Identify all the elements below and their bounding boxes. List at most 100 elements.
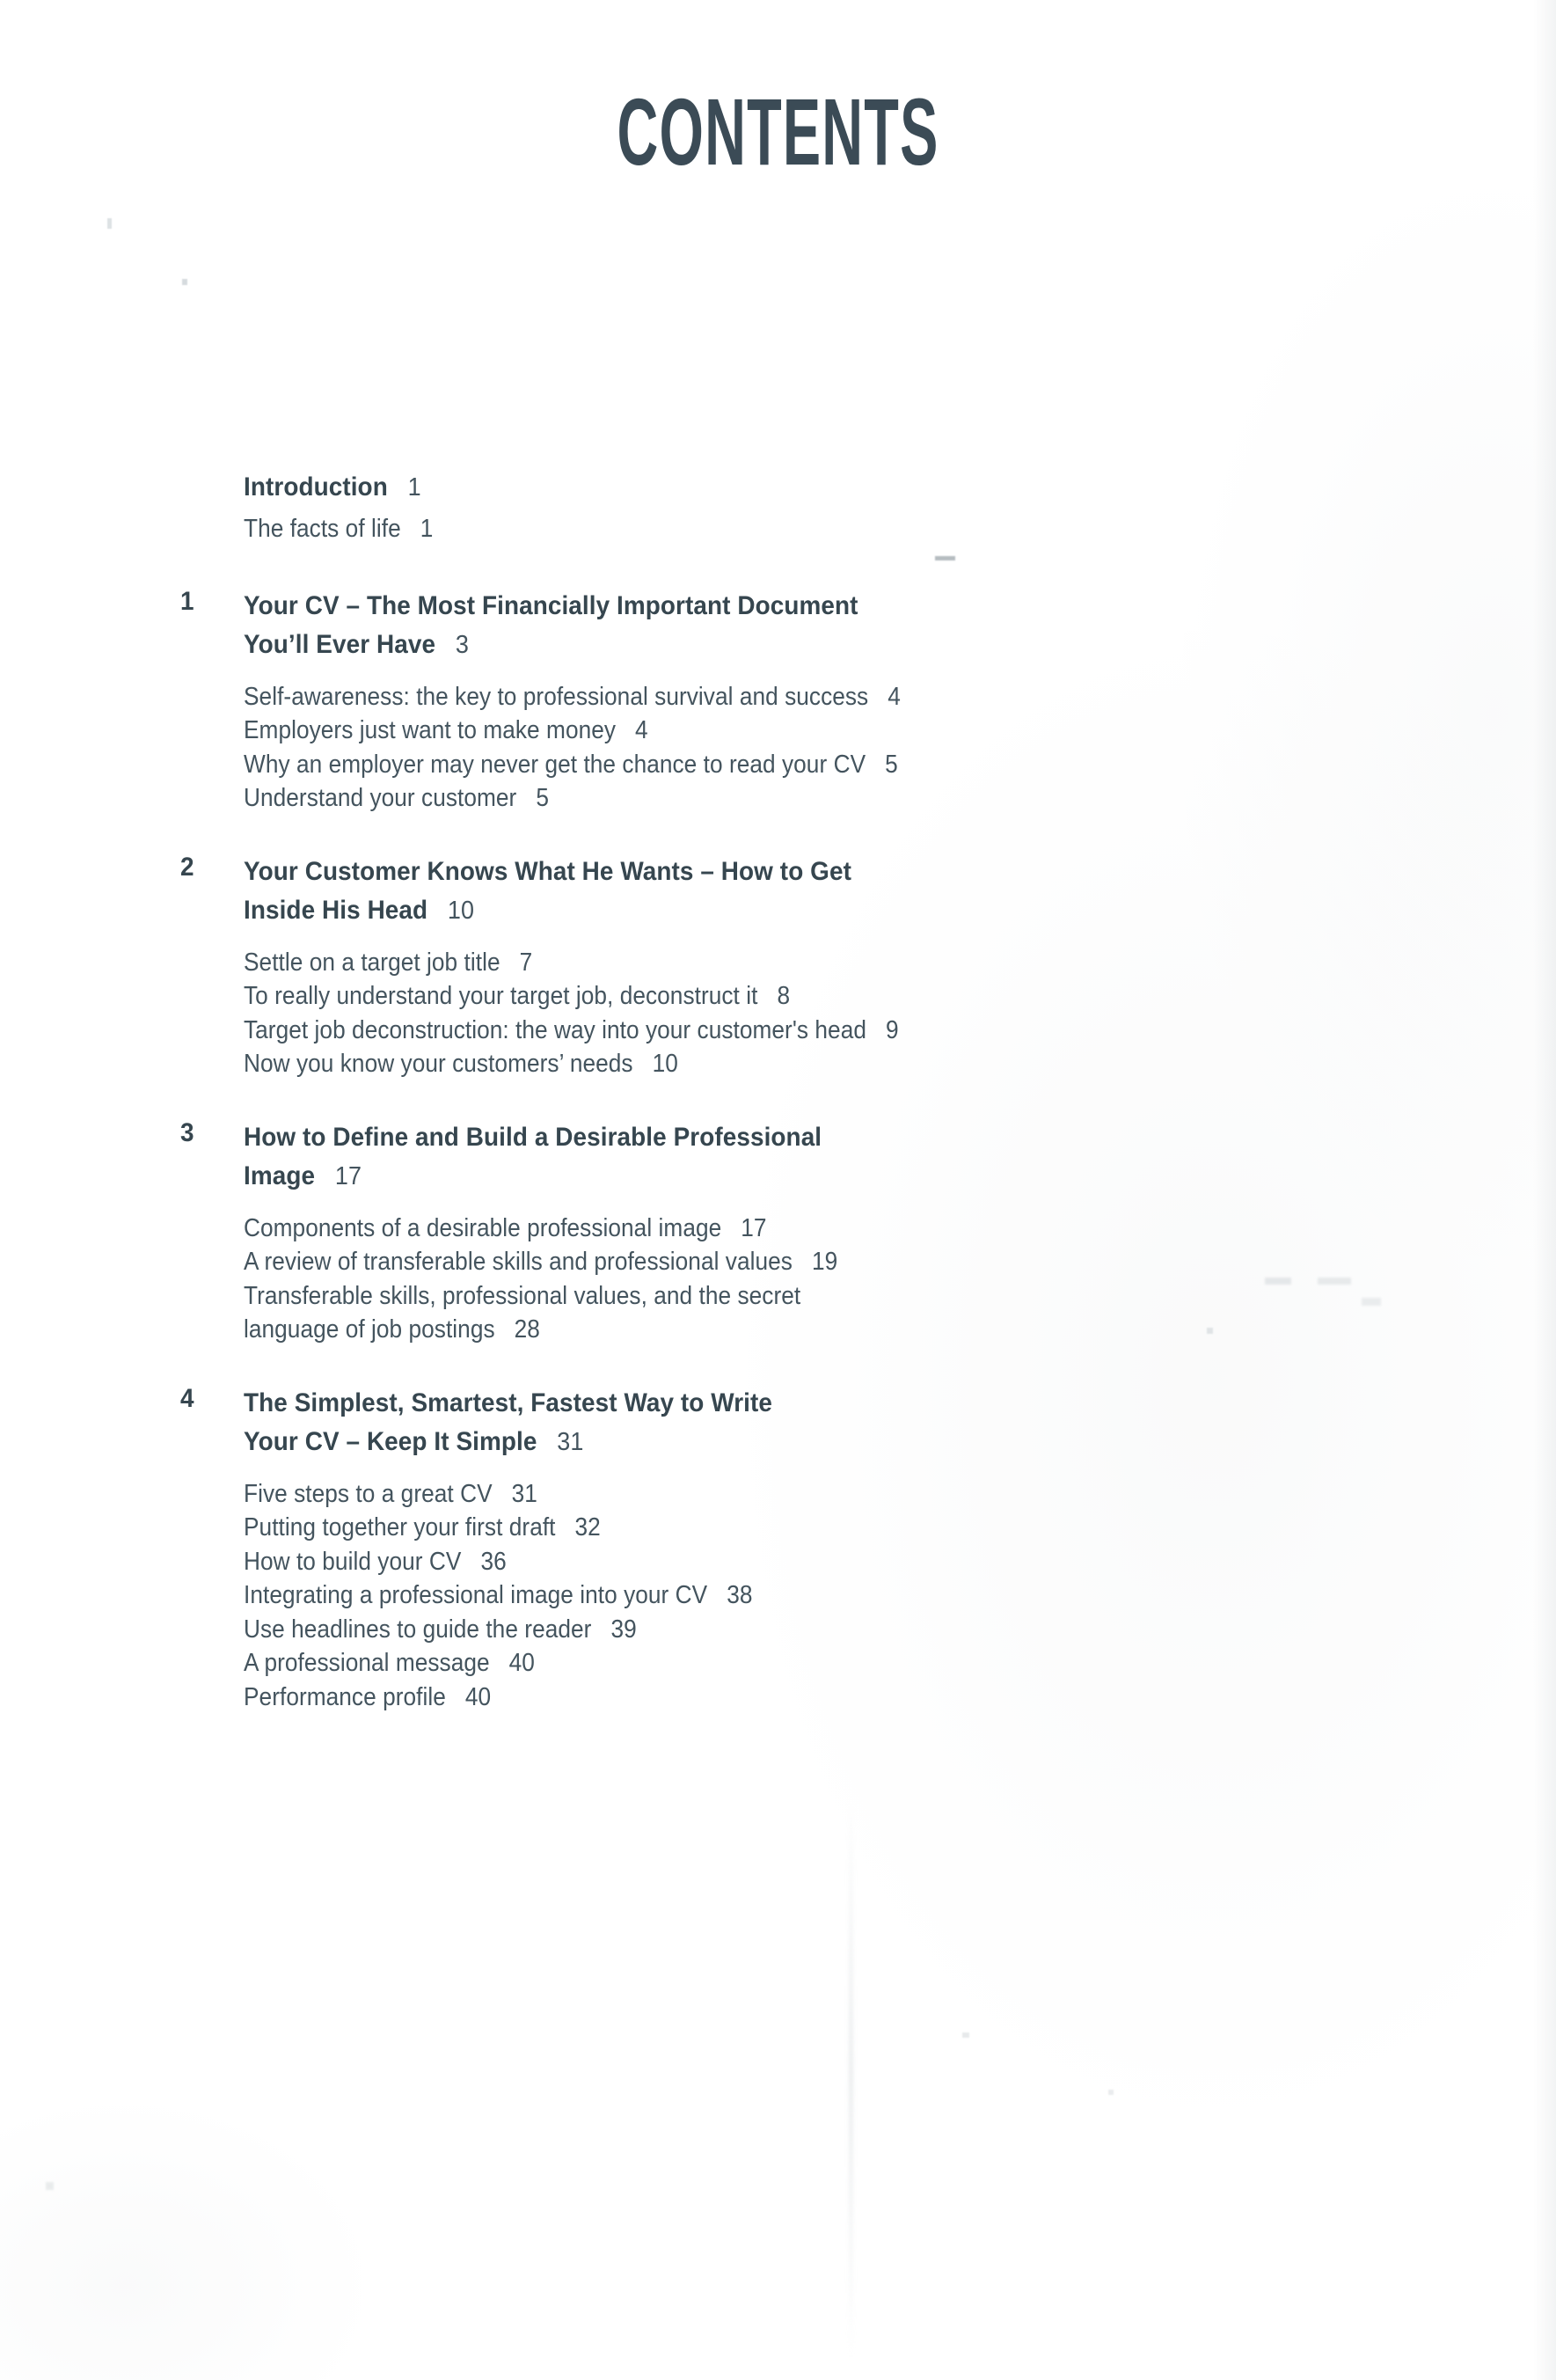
toc-entry-text: To really understand your target job, de…: [244, 979, 1301, 1014]
toc-section-chapter-4: 4 The Simplest, Smartest, Fastest Way to…: [180, 1384, 1412, 1715]
toc-entry-page: 40: [464, 1682, 492, 1711]
toc-chapter-title-row: 1 Your CV – The Most Financially Importa…: [180, 587, 1412, 664]
toc-section-chapter-1: 1 Your CV – The Most Financially Importa…: [180, 587, 1412, 816]
toc-entry-text: Why an employer may never get the chance…: [244, 748, 1301, 782]
toc-entry-page: 28: [514, 1315, 540, 1344]
chapter-title-line-2: Your CV – Keep It Simple 31: [244, 1423, 1330, 1461]
toc-entry-page: 38: [727, 1581, 753, 1609]
toc-entry-page: 19: [811, 1248, 838, 1276]
toc-entry-label: A review of transferable skills and prof…: [244, 1248, 793, 1276]
toc-entry-label: Putting together your first draft: [244, 1513, 556, 1542]
toc-entry-page: 39: [610, 1615, 637, 1644]
chapter-title-line-2: Image 17: [244, 1157, 1330, 1196]
chapter-title-line-1: The Simplest, Smartest, Fastest Way to W…: [244, 1388, 773, 1417]
scan-artifact-speck: [1108, 2090, 1114, 2095]
toc-entry-text: Putting together your first draft 32: [244, 1511, 1301, 1545]
toc-entry-page: 5: [536, 784, 550, 812]
toc-entry-label: A professional message: [244, 1649, 490, 1677]
toc-entry-text: Settle on a target job title 7: [244, 946, 1301, 980]
toc-chapter-title-row: 2 Your Customer Knows What He Wants – Ho…: [180, 853, 1412, 930]
toc-entry-row: Five steps to a great CV 31 Putting toge…: [180, 1477, 1412, 1715]
scan-artifact-speck: [46, 2182, 54, 2190]
toc-entry-page: 4: [888, 682, 901, 711]
toc-entry-text: How to build your CV 36: [244, 1545, 1301, 1579]
chapter-page: 3: [455, 630, 469, 659]
toc-section-chapter-2: 2 Your Customer Knows What He Wants – Ho…: [180, 853, 1412, 1081]
page-edge-shading: [1533, 0, 1556, 2380]
toc-entry-page: 5: [885, 750, 898, 779]
toc-entry-text: Target job deconstruction: the way into …: [244, 1014, 1301, 1048]
toc-entry-text: A professional message 40: [244, 1646, 1301, 1681]
toc-entry-label: language of job postings: [244, 1315, 495, 1344]
chapter-page: 31: [557, 1427, 584, 1456]
toc-entry-text: Performance profile 40: [244, 1681, 1301, 1715]
toc-entry-page: 1: [420, 515, 434, 543]
toc-entry-text: Self-awareness: the key to professional …: [244, 680, 1301, 714]
chapter-title-text: Inside His Head: [244, 895, 428, 925]
chapter-title-line-2: You’ll Ever Have 3: [244, 626, 1330, 664]
chapter-title-line-1: How to Define and Build a Desirable Prof…: [244, 1122, 822, 1152]
toc-entry-label: Performance profile: [244, 1682, 446, 1711]
toc-entry-label: Employers just want to make money: [244, 716, 617, 744]
toc-entry-label: Integrating a professional image into yo…: [244, 1581, 708, 1609]
toc-heading-label: Introduction: [244, 472, 388, 502]
toc-entry-text: Employers just want to make money 4: [244, 714, 1301, 748]
toc-page: CONTENTS Introduction 1 The facts of lif…: [0, 0, 1556, 2380]
toc-entry-label: Self-awareness: the key to professional …: [244, 682, 869, 711]
chapter-number: 3: [180, 1117, 194, 1147]
toc-section-chapter-3: 3 How to Define and Build a Desirable Pr…: [180, 1118, 1412, 1347]
toc-entry-page: 36: [480, 1547, 507, 1576]
toc-entry-label: Target job deconstruction: the way into …: [244, 1015, 866, 1044]
toc-entry-text: Components of a desirable professional i…: [244, 1212, 1301, 1246]
chapter-title-line-1: Your Customer Knows What He Wants – How …: [244, 856, 851, 886]
toc-entry-label: Components of a desirable professional i…: [244, 1213, 722, 1242]
toc-entry-label: The facts of life: [244, 515, 401, 543]
toc-heading-row: Introduction 1: [180, 468, 1412, 507]
toc-entry-row: Self-awareness: the key to professional …: [180, 680, 1412, 816]
toc-entry-text: Transferable skills, professional values…: [244, 1279, 1301, 1314]
toc-entry-page: 4: [635, 716, 648, 744]
toc-entry-page: 32: [574, 1513, 601, 1542]
toc-entry-text: Understand your customer 5: [244, 781, 1301, 816]
toc-entry-label: Why an employer may never get the chance…: [244, 750, 866, 779]
toc-entry-text: Now you know your customers’ needs 10: [244, 1047, 1301, 1081]
chapter-number: 2: [180, 852, 194, 882]
toc-content: Introduction 1 The facts of life 1 1 You…: [180, 468, 1412, 1714]
chapter-title-line-2: Inside His Head 10: [244, 891, 1330, 930]
toc-entry-page: 8: [777, 982, 791, 1010]
toc-heading-text: Introduction 1: [244, 468, 1330, 507]
toc-chapter-title-row: 3 How to Define and Build a Desirable Pr…: [180, 1118, 1412, 1196]
toc-entry-text: Integrating a professional image into yo…: [244, 1578, 1301, 1613]
toc-entry-row: The facts of life 1: [180, 512, 1412, 546]
scan-artifact-speck: [962, 2032, 969, 2038]
toc-heading-page: 1: [407, 473, 421, 502]
toc-entry-page: 10: [652, 1050, 678, 1078]
chapter-title-text: Your CV – Keep It Simple: [244, 1426, 537, 1456]
page-title: CONTENTS: [617, 78, 939, 185]
scan-artifact-fold-line: [849, 1795, 853, 2358]
toc-entry-text: A review of transferable skills and prof…: [244, 1245, 1301, 1279]
toc-entry-label: To really understand your target job, de…: [244, 982, 758, 1010]
toc-chapter-title-row: 4 The Simplest, Smartest, Fastest Way to…: [180, 1384, 1412, 1461]
toc-entry-text: Use headlines to guide the reader 39: [244, 1613, 1301, 1647]
toc-entry-text: The facts of life 1: [244, 512, 1301, 546]
toc-entry-page: 31: [511, 1479, 537, 1508]
toc-entry-label: Use headlines to guide the reader: [244, 1615, 592, 1644]
toc-entry-label: How to build your CV: [244, 1547, 462, 1576]
chapter-title-line-1: Your CV – The Most Financially Important…: [244, 590, 858, 620]
toc-entry-label: Transferable skills, professional values…: [244, 1281, 801, 1310]
toc-entry-page: 9: [885, 1015, 899, 1044]
toc-entry-row: Settle on a target job title 7 To really…: [180, 946, 1412, 1081]
chapter-page: 10: [447, 896, 475, 925]
toc-entry-text: language of job postings 28: [244, 1313, 1301, 1347]
scan-artifact-speck: [107, 218, 112, 229]
chapter-title-text: Image: [244, 1161, 316, 1190]
